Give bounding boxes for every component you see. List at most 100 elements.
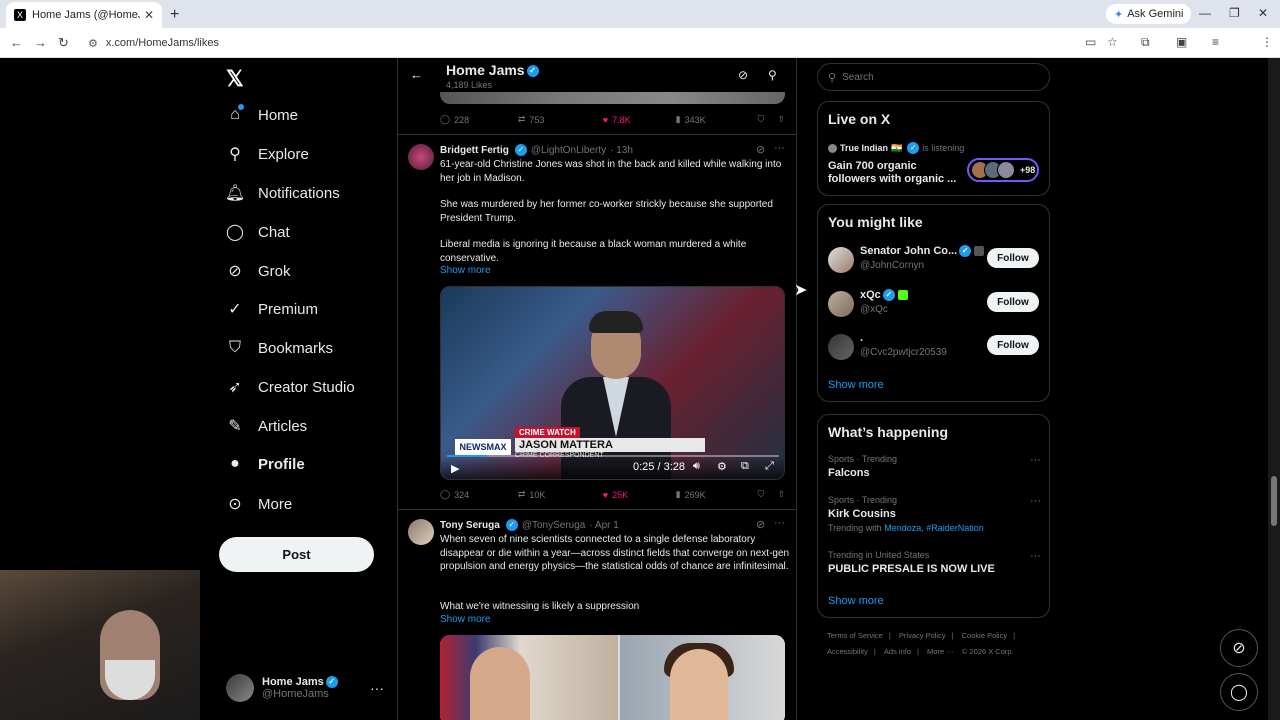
ask-gemini-button[interactable]: ✦ Ask Gemini xyxy=(1106,4,1192,24)
account-switcher[interactable]: Home Jams ✓ @HomeJams xyxy=(226,674,338,702)
follow-suggestion[interactable]: xQc ✓ @xQc Follow xyxy=(828,289,1041,319)
close-window-icon[interactable]: ✕ xyxy=(1258,6,1268,20)
repost-button[interactable]: ⇄ 10K xyxy=(518,489,603,500)
footer-link[interactable]: Accessibility xyxy=(827,647,868,656)
follow-button[interactable]: Follow xyxy=(987,248,1039,268)
repost-button[interactable]: ⇄ 753 xyxy=(518,114,603,125)
grok-fab-icon[interactable]: ⊘ xyxy=(1220,629,1258,667)
grok-icon[interactable]: ⊘ xyxy=(756,518,765,531)
tweet-time[interactable]: · 13h xyxy=(610,145,633,156)
new-tab-button[interactable]: + xyxy=(170,6,179,24)
menu-icon[interactable]: ⋮ xyxy=(1261,35,1273,49)
show-more-link[interactable]: Show more xyxy=(440,614,491,625)
live-host[interactable]: True Indian 🇮🇳 ✓ is listening xyxy=(828,142,964,154)
more-icon[interactable]: ··· xyxy=(1030,454,1041,466)
x-logo-icon[interactable]: 𝕏 xyxy=(226,66,244,92)
author-name[interactable]: Tony Seruga xyxy=(440,520,500,531)
reply-button[interactable]: ◯ 228 xyxy=(440,114,518,125)
footer-link[interactable]: Privacy Policy xyxy=(899,631,946,640)
site-info-icon[interactable]: ⚙ xyxy=(88,37,98,50)
back-icon[interactable]: ← xyxy=(10,35,23,50)
trend-item[interactable]: Trending in United States PUBLIC PRESALE… xyxy=(828,550,1041,575)
search-input[interactable]: ⚲ Search xyxy=(817,63,1050,91)
space-title[interactable]: Gain 700 organic followers with organic … xyxy=(828,160,958,186)
bookmark-button[interactable]: ⛉ xyxy=(757,114,777,125)
account-more-icon[interactable]: ··· xyxy=(370,680,384,696)
play-icon[interactable]: ▶ xyxy=(451,462,459,475)
more-icon[interactable]: ··· xyxy=(1030,495,1041,507)
author-handle[interactable]: @LightOnLiberty xyxy=(531,145,606,156)
cast-icon[interactable]: ▭ xyxy=(1085,35,1096,49)
nav-chat[interactable]: ◯ Chat xyxy=(226,223,290,242)
nav-articles[interactable]: ✎ Articles xyxy=(226,417,307,436)
more-icon[interactable]: ··· xyxy=(1030,550,1041,562)
views-button[interactable]: ▮ 343K xyxy=(676,114,758,125)
tweet-time[interactable]: · Apr 1 xyxy=(589,520,618,531)
show-more-link[interactable]: Show more xyxy=(440,265,491,276)
trend-item[interactable]: Sports · Trending Kirk Cousins Trending … xyxy=(828,495,1041,533)
video-player[interactable]: NEWSMAX CRIME WATCH JASON MATTERA CRIME … xyxy=(440,286,785,480)
reload-icon[interactable]: ↻ xyxy=(58,35,69,51)
chat-fab-icon[interactable]: ◯ xyxy=(1220,673,1258,711)
tweet-media-image[interactable] xyxy=(440,635,785,720)
back-arrow-icon[interactable]: ← xyxy=(410,67,423,82)
nav-premium[interactable]: ✓ Premium xyxy=(226,300,318,319)
show-more-link[interactable]: Show more xyxy=(828,595,884,607)
footer-link[interactable]: Cookie Policy xyxy=(962,631,1007,640)
follow-suggestion[interactable]: . @Cvc2pwtjcr20539 Follow xyxy=(828,332,1041,362)
url-field[interactable]: ⚙ x.com/HomeJams/likes xyxy=(80,32,1080,54)
footer-link[interactable]: Ads info xyxy=(884,647,911,656)
space-listeners-pill[interactable]: +98 xyxy=(967,158,1039,182)
minimize-icon[interactable]: — xyxy=(1199,6,1211,20)
nav-creator-studio[interactable]: ➶ Creator Studio xyxy=(226,378,355,397)
scroll-thumb[interactable] xyxy=(1271,476,1277,526)
views-button[interactable]: ▮ 269K xyxy=(676,489,758,500)
grok-icon[interactable]: ⊘ xyxy=(738,68,748,82)
like-button[interactable]: ♥ 7.8K xyxy=(603,115,676,125)
extensions-icon[interactable]: ⧉ xyxy=(1141,35,1150,50)
bookmark-button[interactable]: ⛉ xyxy=(757,489,777,500)
star-icon[interactable]: ☆ xyxy=(1107,35,1118,49)
settings-icon[interactable]: ⚙ xyxy=(717,460,727,473)
previous-tweet-media[interactable] xyxy=(440,92,785,104)
footer-link[interactable]: Terms of Service xyxy=(827,631,883,640)
show-more-link[interactable]: Show more xyxy=(828,379,884,391)
more-icon[interactable]: ··· xyxy=(774,142,785,154)
sidepanel-icon[interactable]: ▣ xyxy=(1176,35,1187,49)
volume-icon[interactable]: 🔊︎ xyxy=(693,460,700,473)
forward-icon[interactable]: → xyxy=(34,35,47,50)
follow-suggestion[interactable]: Senator John Co... ✓ @JohnCornyn Follow xyxy=(828,245,1041,275)
grok-icon[interactable]: ⊘ xyxy=(756,143,765,156)
nav-more[interactable]: ⊙ More xyxy=(226,495,292,514)
avatar[interactable] xyxy=(408,144,434,170)
author-handle[interactable]: @TonySeruga xyxy=(522,520,586,531)
restore-icon[interactable]: ❐ xyxy=(1229,6,1240,20)
browser-tab[interactable]: X Home Jams (@HomeJams) / X ✕ xyxy=(6,2,162,28)
nav-home[interactable]: ⌂ Home xyxy=(226,106,298,124)
follow-button[interactable]: Follow xyxy=(987,335,1039,355)
reading-list-icon[interactable]: ≡ xyxy=(1212,35,1219,49)
pip-icon[interactable]: ⧉ xyxy=(741,460,749,473)
nav-label: Creator Studio xyxy=(258,378,355,396)
follow-button[interactable]: Follow xyxy=(987,292,1039,312)
scrollbar[interactable] xyxy=(1268,58,1280,720)
trend-with-links[interactable]: Mendoza, #RaiderNation xyxy=(884,523,984,533)
more-icon[interactable]: ··· xyxy=(774,517,785,529)
trend-item[interactable]: Sports · Trending Falcons ··· xyxy=(828,454,1041,479)
reply-button[interactable]: ◯ 324 xyxy=(440,489,518,500)
nav-notifications[interactable]: 🔔︎ Notifications xyxy=(225,184,340,203)
nav-bookmarks[interactable]: ⛉ Bookmarks xyxy=(226,339,333,357)
post-button[interactable]: Post xyxy=(219,537,374,572)
avatar[interactable] xyxy=(408,519,434,545)
nav-profile[interactable]: ● Profile xyxy=(226,455,305,473)
fullscreen-icon[interactable]: ⤢ xyxy=(765,460,774,473)
share-button[interactable]: ⇧ xyxy=(777,489,785,500)
nav-grok[interactable]: ⊘ Grok xyxy=(226,262,290,281)
nav-explore[interactable]: ⚲ Explore xyxy=(226,145,309,164)
share-button[interactable]: ⇧ xyxy=(777,114,785,125)
author-name[interactable]: Bridgett Fertig xyxy=(440,145,509,156)
search-icon[interactable]: ⚲ xyxy=(768,68,777,82)
like-button[interactable]: ♥ 25K xyxy=(603,490,676,500)
footer-link[interactable]: More ··· xyxy=(927,647,954,656)
close-tab-icon[interactable]: ✕ xyxy=(144,8,154,22)
